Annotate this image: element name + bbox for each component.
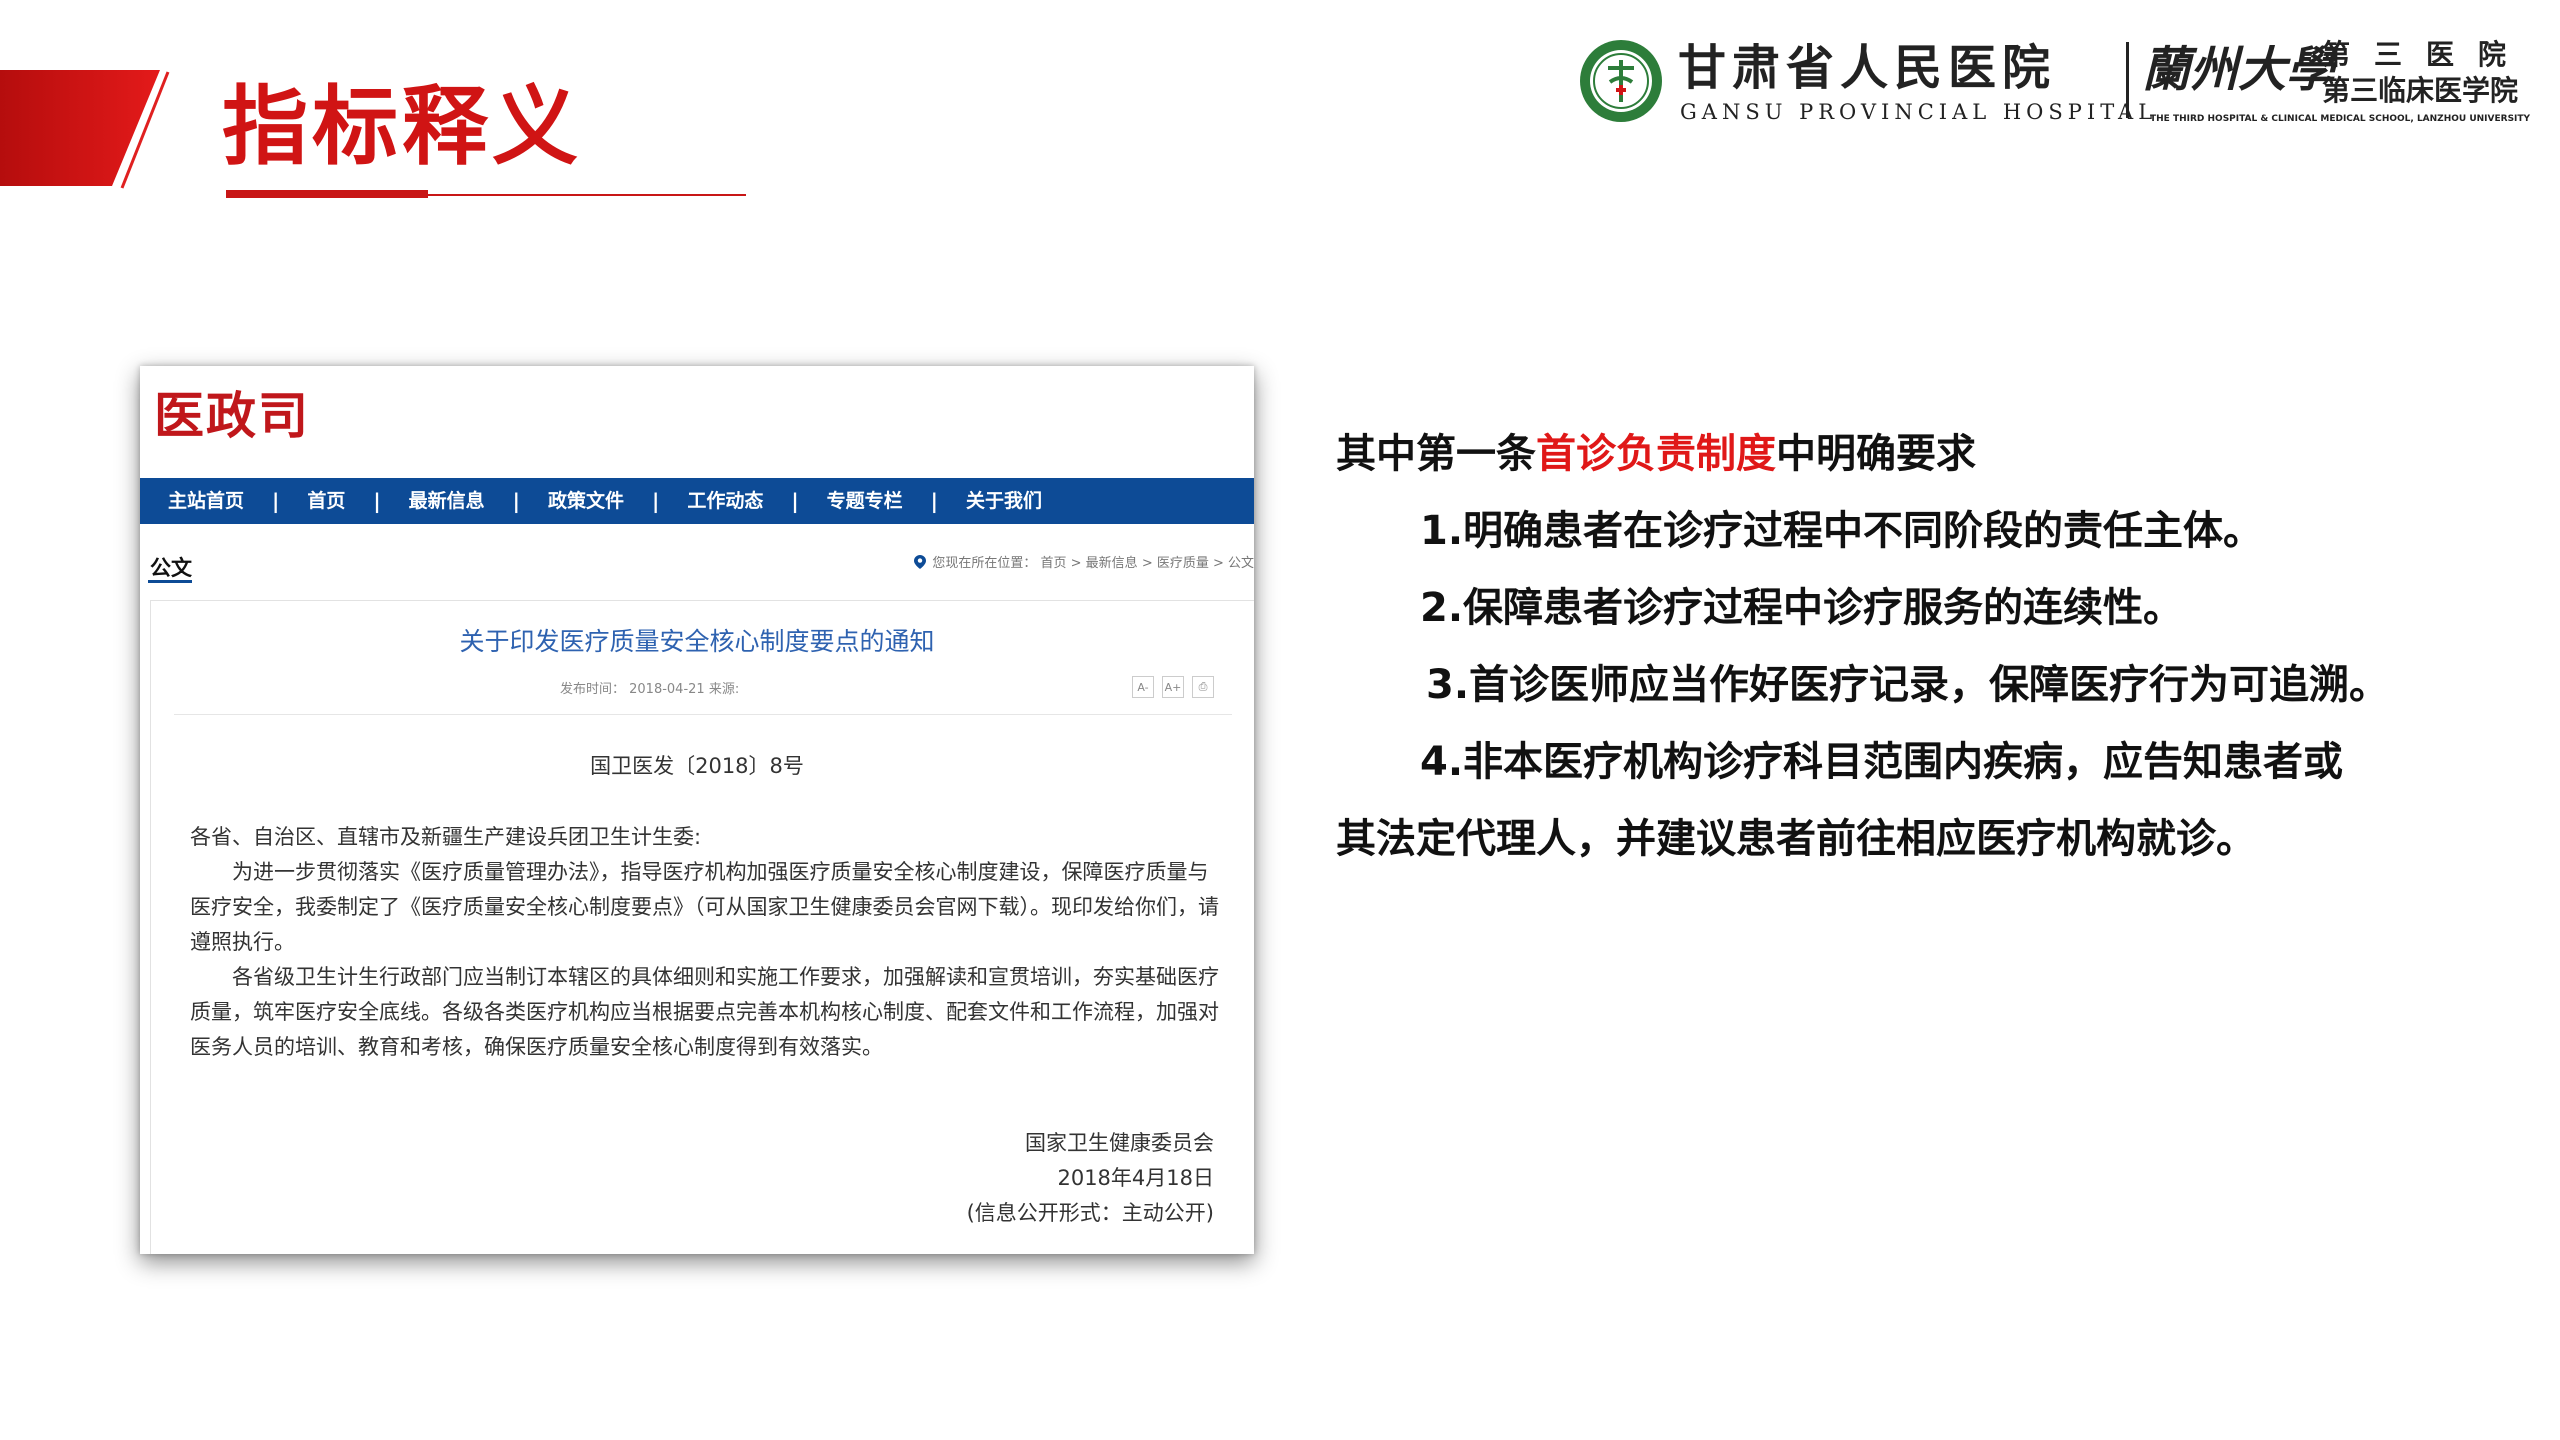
university-school-name: 第三临床医学院 [2322, 74, 2519, 107]
signature-block: 国家卫生健康委员会 2018年4月18日 (信息公开形式：主动公开) [967, 1126, 1214, 1231]
disclosure-note: (信息公开形式：主动公开) [966, 1201, 1214, 1225]
intro-highlight: 首诊负责制度 [1536, 431, 1776, 477]
point-4-line-2: 其法定代理人，并建议患者前往相应医疗机构就诊。 [1336, 816, 2256, 862]
point-2: 2.保障患者诊疗过程中诊疗服务的连续性。 [1420, 585, 2184, 631]
site-title: 医政司 [154, 387, 310, 445]
site-nav-bar: 主站首页 | 首页 | 最新信息 | 政策文件 | 工作动态 | 专题专栏 | … [140, 478, 1254, 524]
hospital-name-en: GANSU PROVINCIAL HOSPITAL [1680, 100, 2158, 124]
red-corner-tab [0, 70, 170, 189]
nav-separator: | [791, 489, 799, 513]
nav-separator: | [930, 489, 938, 513]
hospital-emblem-icon [1580, 40, 1662, 122]
nav-separator: | [652, 489, 660, 513]
title-underline [226, 190, 746, 198]
breadcrumb-text: 您现在所在位置： 首页 > 最新信息 > 医疗质量 > 公文 [932, 556, 1254, 571]
font-smaller-button[interactable]: A- [1132, 676, 1154, 698]
university-hospital-name: 第三医院 [2322, 38, 2531, 71]
body-paragraph-2: 各省级卫生计生行政部门应当制订本辖区的具体细则和实施工作要求，加强解读和宣贯培训… [190, 965, 1219, 1059]
heading-divider [174, 714, 1232, 715]
nav-item-policy[interactable]: 政策文件 [520, 478, 652, 524]
font-larger-button[interactable]: A+ [1162, 676, 1184, 698]
point-3: 3.首诊医师应当作好医疗记录，保障医疗行为可追溯。 [1426, 662, 2390, 708]
document-body: 各省、自治区、直辖市及新疆生产建设兵团卫生计生委: 为进一步贯彻落实《医疗质量管… [190, 820, 1220, 1065]
nav-item-work-news[interactable]: 工作动态 [659, 478, 791, 524]
section-underline [148, 580, 192, 583]
nav-item-topics[interactable]: 专题专栏 [799, 478, 931, 524]
nav-separator: | [373, 489, 381, 513]
nav-item-about[interactable]: 关于我们 [938, 478, 1070, 524]
body-paragraph-1: 为进一步贯彻落实《医疗质量管理办法》，指导医疗机构加强医疗质量安全核心制度建设，… [190, 860, 1219, 954]
section-label: 公文 [150, 556, 192, 580]
university-name-cn: 蘭州大學 [2142, 42, 2335, 98]
signer: 国家卫生健康委员会 [1025, 1131, 1214, 1155]
location-pin-icon [914, 554, 927, 569]
hospital-logo: 甘肃省人民医院 GANSU PROVINCIAL HOSPITAL 蘭州大學 第… [1578, 38, 2538, 138]
publish-meta: 发布时间： 2018-04-21 来源: [560, 682, 740, 697]
hospital-name-cn: 甘肃省人民医院 [1678, 40, 2057, 96]
print-button[interactable]: ⎙ [1192, 676, 1214, 698]
breadcrumb: 您现在所在位置： 首页 > 最新信息 > 医疗质量 > 公文 [914, 552, 1254, 571]
intro-post: 中明确要求 [1776, 431, 1976, 477]
document-screenshot: 医政司 主站首页 | 首页 | 最新信息 | 政策文件 | 工作动态 | 专题专… [140, 366, 1254, 1254]
reading-tools: A- A+ ⎙ [1132, 676, 1214, 698]
slide-title: 指标释义 [222, 77, 582, 177]
addressee: 各省、自治区、直辖市及新疆生产建设兵团卫生计生委: [190, 825, 702, 849]
university-name-en: THE THIRD HOSPITAL & CLINICAL MEDICAL SC… [2150, 114, 2531, 124]
point-1: 1.明确患者在诊疗过程中不同阶段的责任主体。 [1420, 508, 2264, 554]
intro-line: 其中第一条首诊负责制度中明确要求 [1336, 428, 1976, 480]
point-4-line-1: 4.非本医疗机构诊疗科目范围内疾病，应告知患者或 [1420, 739, 2344, 785]
intro-pre: 其中第一条 [1336, 431, 1536, 477]
document-heading: 关于印发医疗质量安全核心制度要点的通知 [459, 627, 935, 656]
nav-item-main-home[interactable]: 主站首页 [140, 478, 272, 524]
nav-item-latest[interactable]: 最新信息 [381, 478, 513, 524]
nav-separator: | [512, 489, 520, 513]
nav-separator: | [272, 489, 280, 513]
document-number: 国卫医发〔2018〕8号 [590, 754, 804, 778]
nav-item-home[interactable]: 首页 [279, 478, 373, 524]
signing-date: 2018年4月18日 [1057, 1166, 1214, 1190]
logo-divider [2126, 42, 2129, 118]
